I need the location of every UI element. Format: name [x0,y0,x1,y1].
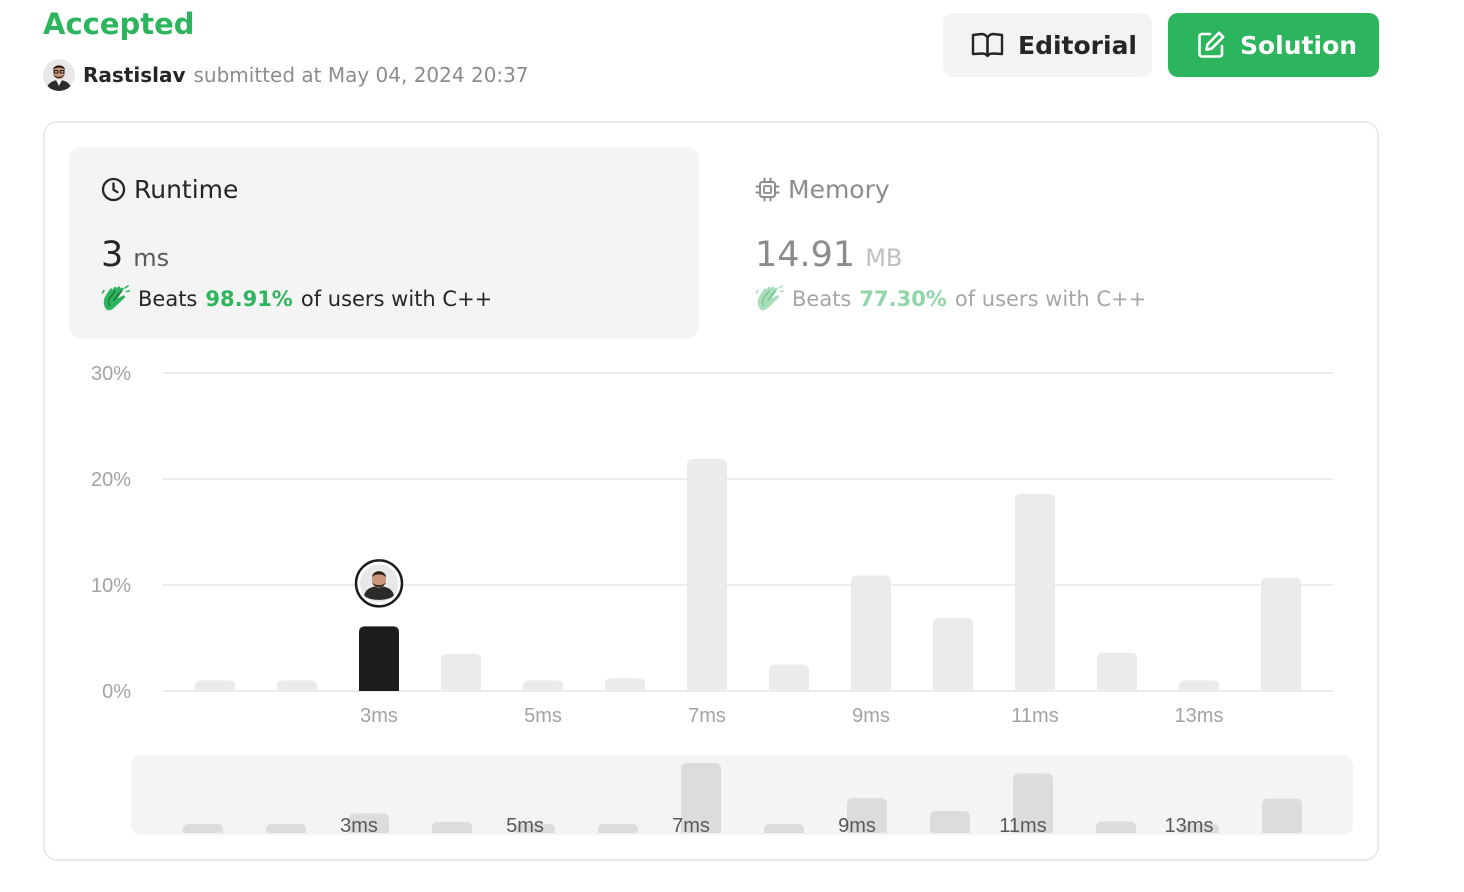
navigator-label: 5ms [506,815,544,835]
navigator-label: 7ms [672,815,710,835]
memory-panel[interactable]: Memory 14.91 MB Beats 77.30% of users wi… [723,147,1353,339]
navigator-label: 11ms [999,815,1046,835]
chart-bar[interactable] [687,458,727,691]
navigator-label: 13ms [1165,815,1214,835]
clapping-hands-icon [101,285,130,311]
navigator-bar [598,824,638,833]
runtime-title: Runtime [134,175,239,204]
y-tick-label: 10% [91,575,131,597]
chart-bar[interactable] [1097,652,1137,691]
navigator-bar [1262,798,1302,833]
submitted-time: submitted at May 04, 2024 20:37 [193,63,529,87]
chart-user-marker [354,559,404,608]
chart-bar[interactable] [1015,493,1055,691]
navigator-bar [764,824,804,833]
navigator-bar [1096,821,1136,833]
y-tick-label: 0% [102,681,131,703]
navigator-bar [183,824,223,833]
author-name[interactable]: Rastislav [83,63,186,87]
runtime-distribution-chart: 0% 10% 20% 30% 3ms 5ms 7ms 9ms 11ms 13ms [91,363,1333,727]
chart-bar[interactable] [605,678,645,691]
navigator-bar [266,824,306,833]
runtime-beats-suffix: of users with C++ [300,286,493,311]
x-tick-label: 9ms [852,705,890,727]
y-tick-label: 30% [91,363,131,385]
navigator-label: 3ms [340,815,378,835]
solution-button[interactable]: Solution [1168,13,1379,77]
x-tick-label: 13ms [1175,705,1224,727]
y-tick-label: 20% [91,469,131,491]
navigator-bar [432,821,472,833]
user-avatar-icon [43,59,75,91]
x-tick-label: 3ms [360,705,398,727]
edit-pencil-icon [1198,31,1225,58]
status-title: Accepted [43,7,195,41]
chart-bar[interactable] [441,653,481,691]
memory-title: Memory [788,175,890,204]
clapping-hands-icon [755,285,784,311]
clock-icon [101,177,126,202]
x-tick-label: 11ms [1011,705,1058,727]
chip-icon [755,177,780,202]
x-tick-label: 7ms [688,705,726,727]
editorial-button[interactable]: Editorial [943,13,1152,77]
chart-bar[interactable] [523,680,563,691]
chart-x-ticks: 3ms 5ms 7ms 9ms 11ms 13ms [360,705,1223,727]
submitter-row: Rastislav submitted at May 04, 2024 20:3… [43,59,529,91]
editorial-label: Editorial [1018,30,1138,60]
chart-bar[interactable] [277,680,317,691]
runtime-panel[interactable]: Runtime 3 ms Beats 98.91% of users with … [69,147,699,339]
book-open-icon [971,32,1004,58]
chart-bar[interactable] [195,680,235,691]
chart-bar[interactable] [769,664,809,692]
navigator-bar [930,810,970,833]
chart-range-navigator[interactable]: 3ms 5ms 7ms 9ms 11ms 13ms [131,755,1353,835]
chart-bar[interactable] [933,617,973,691]
user-avatar-marker[interactable] [354,559,404,608]
runtime-unit: ms [133,244,170,272]
memory-beats-percentage: 77.30% [859,286,947,311]
chart-bar[interactable] [1179,680,1219,691]
navigator-label: 9ms [838,815,876,835]
memory-beats-prefix: Beats [792,286,852,311]
chart-bar[interactable] [1261,577,1301,691]
chart-bar[interactable] [851,575,891,691]
chart-bar-selected[interactable] [359,626,399,691]
avatar[interactable] [43,59,75,91]
memory-value: 14.91 [755,235,856,275]
memory-beats-suffix: of users with C++ [954,286,1147,311]
memory-unit: MB [865,244,903,272]
runtime-beats-percentage: 98.91% [205,286,293,311]
x-tick-label: 5ms [524,705,562,727]
runtime-beats-prefix: Beats [138,286,198,311]
runtime-value: 3 [101,235,124,275]
solution-label: Solution [1240,30,1358,60]
